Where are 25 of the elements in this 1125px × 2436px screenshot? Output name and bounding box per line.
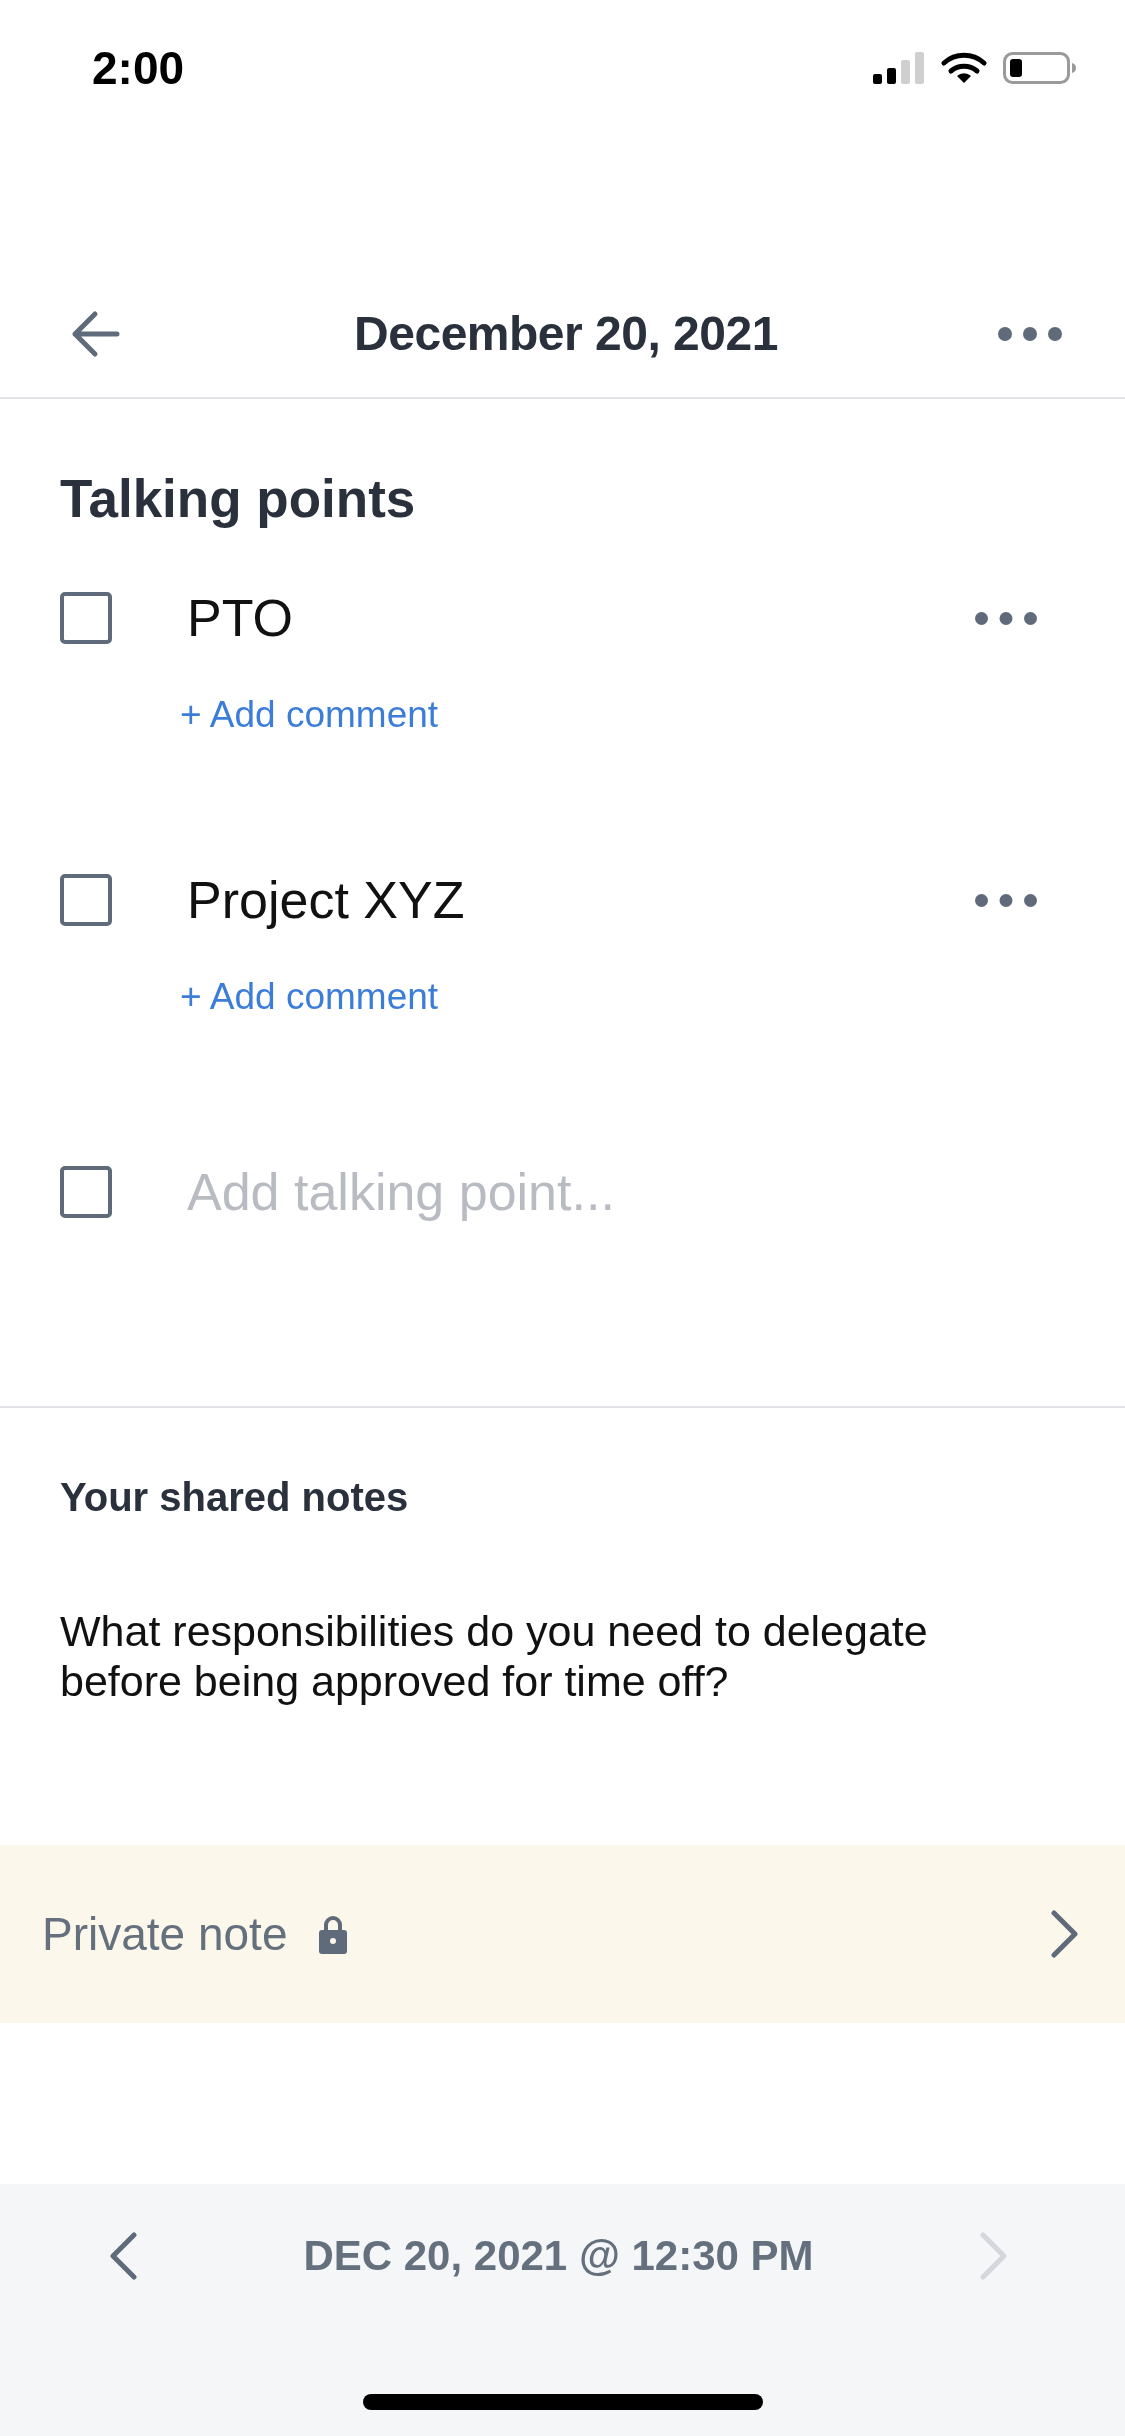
private-note-row[interactable]: Private note bbox=[0, 1845, 1125, 2023]
add-comment-link[interactable]: + Add comment bbox=[180, 691, 439, 739]
checkbox[interactable] bbox=[60, 874, 112, 926]
shared-notes-text: What responsibilities do you need to delegate before being approved for time off? bbox=[60, 1606, 929, 1706]
screen-title: December 20, 2021 bbox=[354, 305, 778, 362]
more-icon[interactable] bbox=[998, 326, 1062, 341]
checkbox[interactable] bbox=[60, 1166, 112, 1218]
meeting-date-label: DEC 20, 2021 @ 12:30 PM bbox=[303, 2231, 814, 2281]
chevron-right-icon bbox=[1051, 1910, 1078, 1958]
back-arrow-icon[interactable] bbox=[70, 309, 120, 358]
talking-point-text: Project XYZ bbox=[187, 870, 465, 931]
status-time: 2:00 bbox=[92, 45, 185, 91]
talking-point-text: PTO bbox=[187, 588, 293, 649]
checkbox[interactable] bbox=[60, 592, 112, 644]
more-icon[interactable] bbox=[975, 893, 1037, 907]
wifi-icon bbox=[941, 52, 987, 84]
more-icon[interactable] bbox=[975, 611, 1037, 625]
lock-icon bbox=[319, 1914, 348, 1954]
section-heading: Your shared notes bbox=[60, 1474, 410, 1521]
add-comment-link[interactable]: + Add comment bbox=[180, 973, 439, 1021]
talking-point-input[interactable]: Add talking point... bbox=[187, 1160, 1065, 1224]
chevron-left-icon[interactable] bbox=[110, 2232, 137, 2280]
signal-icon bbox=[873, 52, 925, 84]
section-heading: Talking points bbox=[60, 468, 417, 530]
battery-icon bbox=[1003, 52, 1077, 84]
